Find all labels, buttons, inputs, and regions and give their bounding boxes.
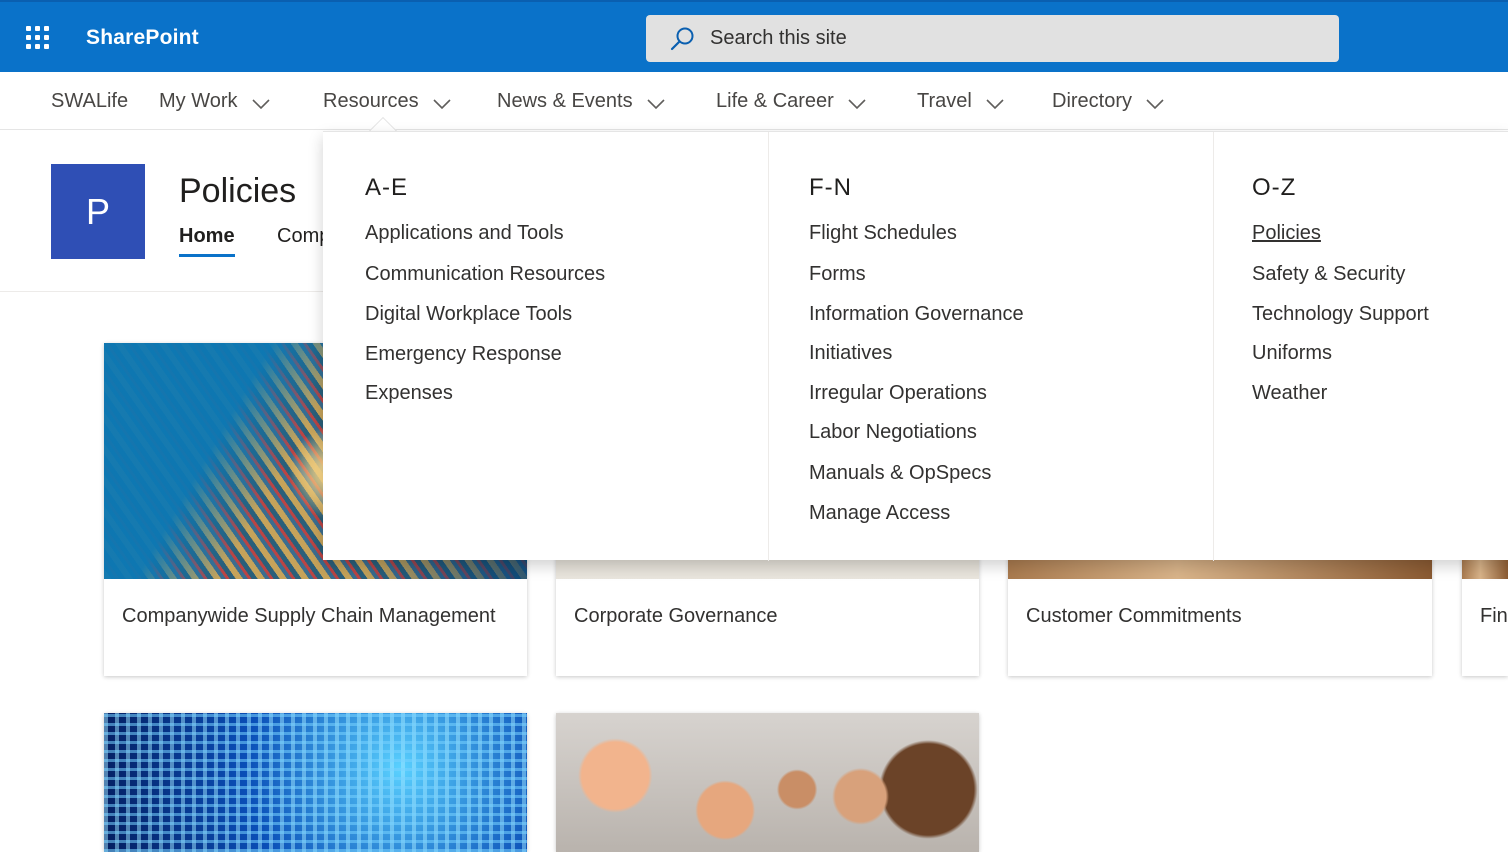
- menu-column-heading: A-E: [365, 174, 409, 201]
- menu-column-o-z: O-Z Policies Safety & Security Technolog…: [1214, 132, 1508, 561]
- menu-link[interactable]: Flight Schedules: [809, 222, 957, 245]
- card-people[interactable]: [556, 713, 979, 852]
- search-icon: [668, 25, 696, 53]
- nav-item-label: Directory: [1052, 90, 1133, 112]
- search-box[interactable]: Search this site: [646, 15, 1339, 62]
- nav-item-swalife[interactable]: SWALife: [51, 90, 128, 113]
- site-logo[interactable]: P: [51, 164, 145, 259]
- menu-link[interactable]: Information Governance: [809, 303, 1024, 326]
- menu-link[interactable]: Digital Workplace Tools: [365, 303, 572, 326]
- chevron-down-icon: [986, 98, 1004, 109]
- menu-link[interactable]: Initiatives: [809, 342, 892, 365]
- menu-column-heading: O-Z: [1252, 174, 1297, 201]
- menu-link[interactable]: Technology Support: [1252, 303, 1429, 326]
- menu-link[interactable]: Communication Resources: [365, 263, 605, 286]
- site-title[interactable]: Policies: [179, 172, 296, 211]
- menu-link[interactable]: Safety & Security: [1252, 263, 1405, 286]
- menu-link[interactable]: Uniforms: [1252, 342, 1332, 365]
- brand-name[interactable]: SharePoint: [86, 26, 199, 50]
- resources-mega-menu: A-E Applications and Tools Communication…: [323, 131, 1508, 561]
- menu-link[interactable]: Forms: [809, 263, 866, 286]
- card-image: [104, 713, 527, 852]
- menu-link[interactable]: Expenses: [365, 382, 453, 405]
- menu-link[interactable]: Emergency Response: [365, 343, 562, 366]
- menu-link[interactable]: Applications and Tools: [365, 222, 564, 245]
- hub-navigation: SWALife My Work Resources News & Events …: [0, 72, 1508, 130]
- menu-column-f-n: F-N Flight Schedules Forms Information G…: [769, 132, 1213, 561]
- nav-item-label: SWALife: [51, 90, 129, 112]
- menu-link[interactable]: Manuals & OpSpecs: [809, 462, 991, 485]
- menu-column-heading: F-N: [809, 174, 852, 201]
- card-image: [556, 713, 979, 852]
- menu-link[interactable]: Labor Negotiations: [809, 421, 977, 444]
- nav-item-my-work[interactable]: My Work: [159, 90, 270, 113]
- chevron-down-icon: [848, 98, 866, 109]
- menu-link[interactable]: Manage Access: [809, 502, 950, 525]
- nav-item-life-career[interactable]: Life & Career: [716, 90, 866, 113]
- suite-bar: SharePoint Search this site: [0, 0, 1508, 72]
- nav-item-travel[interactable]: Travel: [917, 90, 1004, 113]
- card-technology[interactable]: [104, 713, 527, 852]
- card-title: Companywide Supply Chain Management: [122, 605, 496, 627]
- chevron-down-icon: [647, 98, 665, 109]
- menu-link[interactable]: Weather: [1252, 382, 1327, 405]
- nav-item-label: Travel: [917, 90, 972, 112]
- nav-item-news-events[interactable]: News & Events: [497, 90, 665, 113]
- nav-item-label: My Work: [159, 90, 238, 112]
- nav-item-label: News & Events: [497, 90, 633, 112]
- search-input[interactable]: Search this site: [710, 27, 847, 50]
- card-title: Fin: [1480, 605, 1508, 627]
- nav-item-directory[interactable]: Directory: [1052, 90, 1164, 113]
- app-launcher-icon[interactable]: [26, 26, 50, 50]
- card-title: Corporate Governance: [574, 605, 778, 627]
- chevron-down-icon: [1146, 98, 1164, 109]
- nav-item-resources[interactable]: Resources: [323, 90, 451, 113]
- menu-link[interactable]: Irregular Operations: [809, 382, 987, 405]
- menu-link-policies[interactable]: Policies: [1252, 222, 1321, 245]
- chevron-down-icon: [251, 98, 270, 109]
- menu-column-a-e: A-E Applications and Tools Communication…: [323, 132, 768, 561]
- nav-item-label: Resources: [323, 90, 419, 112]
- nav-item-label: Life & Career: [716, 90, 834, 112]
- chevron-down-icon: [433, 98, 451, 109]
- tab-home[interactable]: Home: [179, 225, 235, 257]
- card-title: Customer Commitments: [1026, 605, 1242, 627]
